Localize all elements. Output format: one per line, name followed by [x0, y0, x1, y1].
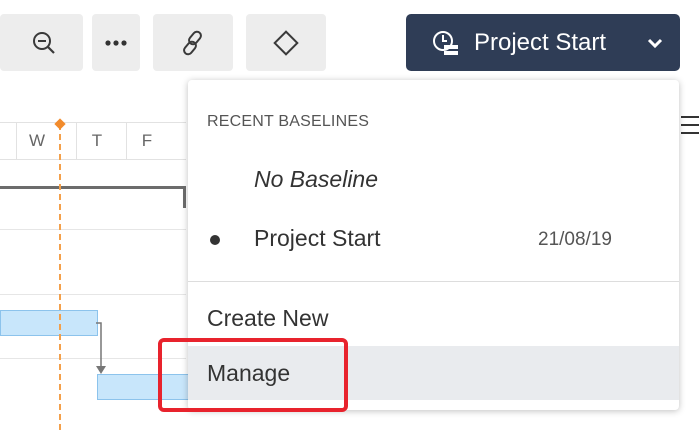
- summary-bar[interactable]: [0, 186, 186, 189]
- create-new-label: Create New: [207, 305, 329, 331]
- baseline-clock-icon: [433, 31, 458, 55]
- no-baseline-label: No Baseline: [254, 166, 379, 192]
- timeline-header: W T F: [0, 122, 186, 160]
- day-header: W: [16, 123, 57, 159]
- toolbar: Project Start: [0, 0, 699, 86]
- dependency-arrow: [96, 322, 106, 374]
- milestone-diamond-icon: [273, 30, 299, 56]
- more-horizontal-icon: [105, 40, 127, 46]
- summary-bar-end: [183, 186, 186, 208]
- baseline-name: Project Start: [254, 225, 381, 251]
- baseline-date: 21/08/19: [538, 229, 612, 250]
- link-tasks-button[interactable]: [153, 14, 233, 71]
- milestone-button[interactable]: [246, 14, 326, 71]
- menu-lines-icon[interactable]: [681, 114, 699, 136]
- selected-bullet-icon: [210, 235, 220, 245]
- grid-line: [0, 229, 186, 230]
- zoom-out-icon: [33, 32, 55, 54]
- day-header: T: [76, 123, 117, 159]
- recent-baselines-heading: RECENT BASELINES: [207, 113, 370, 130]
- task-bar[interactable]: [0, 310, 98, 336]
- grid-line: [0, 294, 186, 295]
- today-line: [59, 124, 61, 430]
- more-options-button[interactable]: [92, 14, 140, 71]
- baseline-selector-button[interactable]: Project Start: [406, 14, 680, 71]
- zoom-out-button[interactable]: [0, 14, 83, 71]
- day-header: F: [126, 123, 167, 159]
- highlight-annotation: [158, 338, 348, 412]
- chevron-down-icon: [647, 38, 663, 49]
- baseline-selector-label: Project Start: [474, 29, 607, 56]
- link-icon: [183, 30, 202, 56]
- menu-divider: [188, 281, 679, 282]
